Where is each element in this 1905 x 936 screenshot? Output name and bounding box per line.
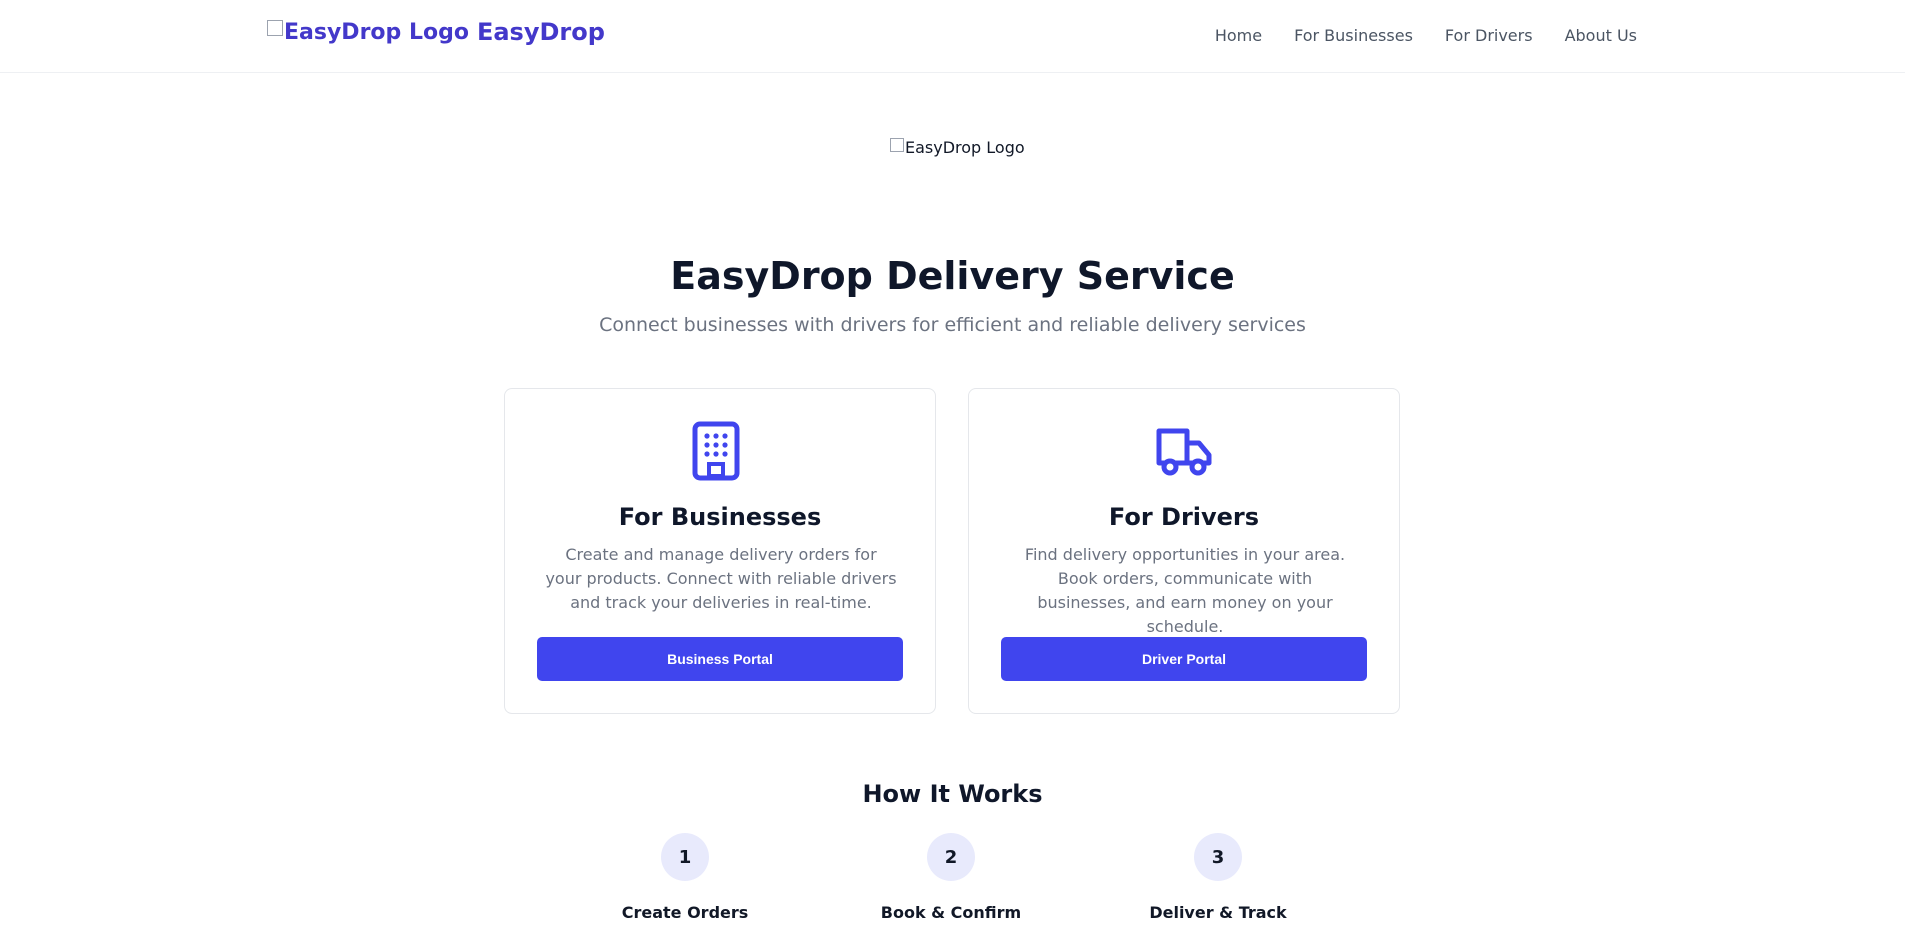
building-icon (692, 421, 740, 481)
driver-card-title: For Drivers (1108, 503, 1260, 531)
step-label: Create Orders (621, 903, 749, 922)
step-number: 2 (927, 833, 975, 881)
step-number: 3 (1194, 833, 1242, 881)
step-number: 1 (661, 833, 709, 881)
driver-card-description: Find delivery opportunities in your area… (1024, 545, 1346, 636)
header-logo-alt: EasyDrop Logo (284, 19, 469, 45)
business-card: For Businesses Create and manage deliver… (504, 388, 936, 714)
truck-icon (1156, 428, 1212, 476)
page-subtitle: Connect businesses with drivers for effi… (599, 314, 1306, 336)
step-label: Deliver & Track (1149, 903, 1287, 922)
hero-logo-alt: EasyDrop Logo (905, 138, 1025, 157)
header-logo-image[interactable]: EasyDrop Logo (267, 20, 469, 45)
step-label: Book & Confirm (880, 903, 1022, 922)
nav-link-for-drivers[interactable]: For Drivers (1445, 26, 1533, 45)
page-title: EasyDrop Delivery Service (670, 254, 1235, 298)
step-create-orders: 1 Create Orders (565, 833, 805, 922)
broken-image-icon (890, 137, 904, 152)
step-deliver-track: 3 Deliver & Track (1098, 833, 1338, 922)
step-book-confirm: 2 Book & Confirm (831, 833, 1071, 922)
brand-name[interactable]: EasyDrop (477, 18, 605, 46)
business-card-title: For Businesses (618, 503, 822, 531)
nav-link-home[interactable]: Home (1215, 26, 1262, 45)
site-header: EasyDrop Logo EasyDrop Home For Business… (0, 0, 1905, 73)
broken-image-icon (267, 20, 283, 36)
nav-link-for-businesses[interactable]: For Businesses (1294, 26, 1413, 45)
business-portal-button[interactable]: Business Portal (537, 637, 903, 681)
brand[interactable]: EasyDrop Logo EasyDrop (267, 18, 605, 46)
nav-link-about-us[interactable]: About Us (1565, 26, 1637, 45)
main-nav: Home For Businesses For Drivers About Us (1215, 26, 1637, 45)
driver-portal-button[interactable]: Driver Portal (1001, 637, 1367, 681)
how-it-works-title: How It Works (862, 780, 1043, 808)
business-card-description: Create and manage delivery orders for yo… (545, 545, 897, 612)
hero-logo-image: EasyDrop Logo (890, 137, 1025, 157)
driver-card: For Drivers Find delivery opportunities … (968, 388, 1400, 714)
